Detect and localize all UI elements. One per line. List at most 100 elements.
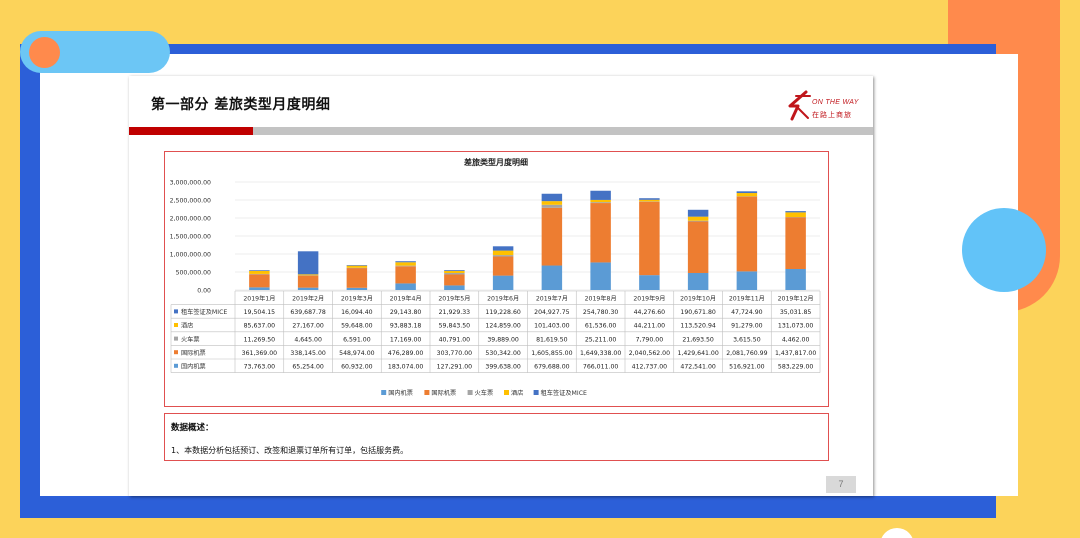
- table-cell-value: 183,074.00: [388, 364, 423, 371]
- x-tick-label: 2019年2月: [292, 295, 324, 303]
- table-row-label: 国内机票: [181, 363, 206, 371]
- y-tick-label: 1,500,000.00: [170, 234, 211, 241]
- company-logo: ON THE WAY 在路上商旅: [784, 86, 864, 124]
- bar-segment: [785, 269, 806, 290]
- table-row-label: 火车票: [181, 335, 200, 343]
- summary-text: 1、本数据分析包括预订、改签和退票订单所有订单，包括服务费。: [171, 446, 409, 455]
- table-cell-value: 766,011.00: [583, 364, 618, 371]
- table-cell-value: 7,790.00: [636, 336, 664, 343]
- table-legend-key: [174, 363, 178, 368]
- legend-swatch: [467, 390, 473, 395]
- bar-segment: [590, 262, 611, 290]
- table-legend-key: [174, 336, 178, 341]
- bar-segment: [687, 220, 709, 222]
- table-cell-value: 124,859.00: [485, 323, 520, 330]
- bar-segment: [590, 202, 611, 204]
- table-cell-value: 113,520.94: [680, 323, 715, 330]
- table-cell-value: 412,737.00: [632, 364, 667, 371]
- bar-segment: [346, 265, 368, 266]
- bar-segment: [395, 262, 416, 266]
- bar-segment: [444, 274, 465, 286]
- table-cell-value: 399,638.00: [485, 364, 520, 371]
- table-cell-value: 39,889.00: [487, 336, 519, 343]
- x-tick-label: 2019年5月: [438, 295, 470, 303]
- table-cell-value: 190,671.80: [680, 309, 715, 316]
- table-cell-value: 25,211.00: [585, 336, 617, 343]
- bar-segment: [785, 212, 806, 218]
- y-tick-label: 2,000,000.00: [170, 216, 211, 223]
- table-cell-value: 73,763.00: [244, 364, 276, 371]
- table-cell-value: 47,724.90: [731, 309, 763, 316]
- summary-box: 数据概述： 1、本数据分析包括预订、改签和退票订单所有订单，包括服务费。: [164, 413, 829, 461]
- bar-segment: [297, 251, 319, 275]
- table-cell-value: 3,615.50: [733, 336, 761, 343]
- bar-segment: [785, 217, 806, 270]
- bar-segment: [444, 270, 465, 271]
- table-cell-value: 204,927.75: [534, 309, 569, 316]
- table-cell-value: 60,932.00: [341, 364, 373, 371]
- table-cell-value: 4,645.00: [294, 336, 322, 343]
- bar-segment: [541, 207, 563, 266]
- table-legend-key: [174, 323, 178, 327]
- table-cell-value: 4,462.00: [782, 336, 810, 343]
- title-divider-accent: [129, 127, 253, 135]
- table-cell-value: 44,276.60: [634, 309, 666, 316]
- table-cell-value: 1,429,641.00: [677, 350, 718, 357]
- bar-segment: [736, 271, 758, 290]
- chart-title: 差旅类型月度明细: [463, 157, 528, 167]
- bar-segment: [492, 275, 514, 290]
- bar-segment: [736, 193, 758, 197]
- bar-segment: [249, 287, 270, 290]
- bar-segment: [249, 274, 270, 288]
- table-cell-value: 361,369.00: [242, 350, 277, 357]
- bar-segment: [395, 261, 416, 263]
- x-tick-label: 2019年6月: [487, 295, 519, 303]
- table-cell-value: 254,780.30: [583, 309, 618, 316]
- table-cell-value: 1,605,855.00: [531, 350, 572, 357]
- bar-segment: [785, 211, 806, 213]
- slide: 第一部分 差旅类型月度明细 ON THE WAY 在路上商旅 差旅类型月度明细 3…: [129, 76, 873, 496]
- table-cell-value: 81,619.50: [536, 336, 568, 343]
- page-number: 7: [826, 476, 856, 493]
- legend-swatch: [504, 390, 509, 395]
- table-cell-value: 303,770.00: [437, 350, 472, 357]
- x-tick-label: 2019年7月: [536, 295, 568, 303]
- table-cell-value: 19,504.15: [244, 309, 276, 316]
- summary-heading: 数据概述：: [171, 423, 214, 433]
- logo-mark-icon: [788, 90, 811, 121]
- bar-segment: [444, 273, 465, 275]
- table-cell-value: 101,403.00: [534, 323, 569, 330]
- table-cell-value: 639,687.78: [290, 309, 325, 316]
- x-tick-label: 2019年1月: [243, 295, 275, 303]
- y-tick-label: 500,000.00: [176, 270, 211, 277]
- table-cell-value: 27,167.00: [292, 323, 324, 330]
- legend-label: 酒店: [511, 389, 523, 397]
- bar-segment: [395, 265, 416, 267]
- bar-segment: [395, 283, 416, 290]
- bar-segment: [395, 266, 416, 284]
- table-cell-value: 11,269.50: [244, 336, 276, 343]
- table-cell-value: 548,974.00: [339, 350, 374, 357]
- bar-segment: [492, 250, 514, 256]
- bar-segment: [444, 270, 465, 274]
- x-tick-label: 2019年12月: [778, 295, 814, 303]
- table-cell-value: 476,289.00: [388, 350, 423, 357]
- slide-title: 第一部分 差旅类型月度明细: [151, 97, 331, 113]
- chart-container: 差旅类型月度明细 3,000,000.00 2,500,000.00 2,000,00…: [164, 151, 829, 407]
- bar-segment: [492, 246, 514, 251]
- table-cell-value: 530,342.00: [485, 350, 520, 357]
- bar-segment: [736, 191, 758, 194]
- x-tick-label: 2019年3月: [341, 295, 373, 303]
- table-cell-value: 1,437,817.00: [775, 350, 816, 357]
- table-cell-value: 6,591.00: [343, 336, 371, 343]
- logo-text-en: ON THE WAY: [812, 99, 859, 106]
- bar-segment: [541, 204, 563, 208]
- bar-segment: [297, 287, 319, 290]
- legend-label: 国内机票: [388, 389, 413, 397]
- decor-orange-dot: [29, 37, 60, 68]
- bar-segment: [297, 274, 319, 276]
- bar-segment: [639, 198, 660, 200]
- stacked-bar-chart: 差旅类型月度明细 3,000,000.00 2,500,000.00 2,000,00…: [170, 157, 821, 397]
- table-cell-value: 338,145.00: [290, 350, 325, 357]
- bar-segment: [249, 270, 270, 274]
